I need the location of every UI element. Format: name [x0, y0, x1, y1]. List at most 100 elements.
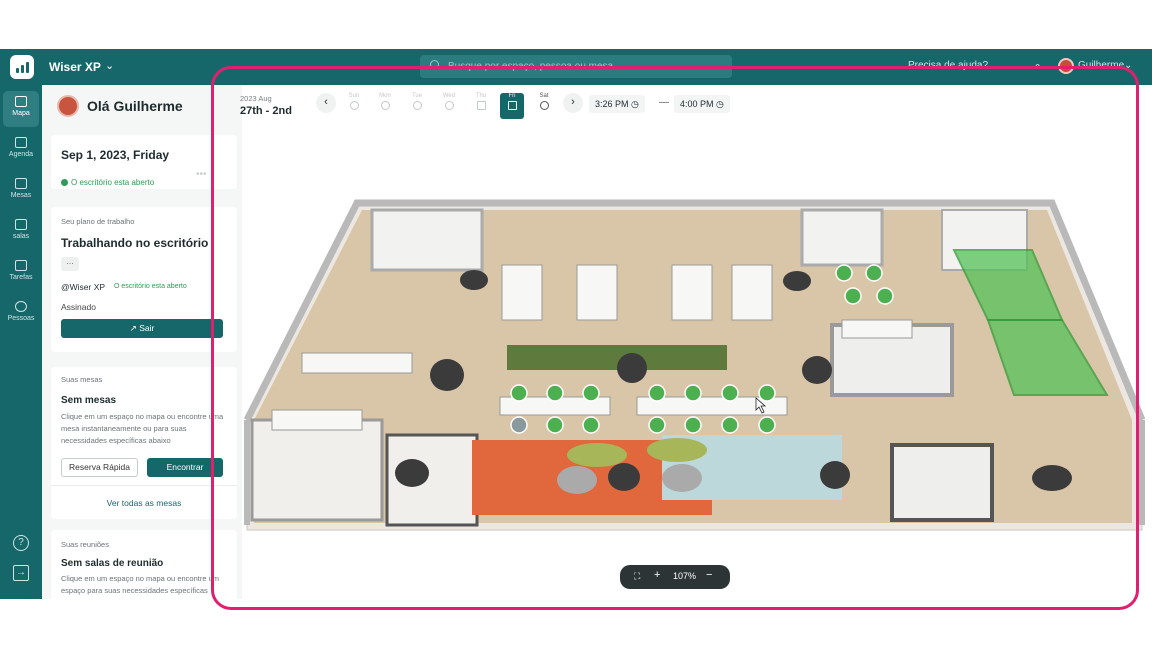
help-icon[interactable]: ? — [13, 535, 29, 551]
nav-item-mesas[interactable]: Mesas — [3, 173, 39, 209]
sofa — [567, 443, 627, 467]
zoom-level: 107% — [673, 571, 697, 581]
signed-label: Assinado — [61, 302, 96, 312]
booked-desk-marker — [684, 384, 702, 402]
desk-row — [576, 264, 618, 321]
booked-desk-marker — [865, 264, 883, 282]
avatar[interactable] — [1058, 58, 1074, 74]
check-icon — [61, 179, 68, 186]
nav-rail: Mapa Agenda Mesas salas Tarefas Pessoas … — [0, 85, 42, 599]
booked-desk-marker — [546, 384, 564, 402]
room-icon — [15, 219, 27, 230]
phone-pod — [608, 463, 640, 491]
phone-pod — [395, 459, 429, 487]
side-panel: Olá Guilherme Sep 1, 2023, Friday O escr… — [42, 85, 242, 599]
booked-desk-marker — [844, 287, 862, 305]
zoom-control: ⛶ + 107% − — [620, 565, 730, 589]
room — [370, 208, 484, 272]
work-plan-heading: Seu plano de trabalho — [61, 217, 135, 226]
desk-row — [731, 264, 773, 321]
room — [800, 208, 884, 267]
booked-desk-marker — [721, 384, 739, 402]
meetings-title: Sem salas de reunião — [61, 558, 164, 569]
calendar-icon — [15, 137, 27, 148]
floor-map-area: 2023 Aug 27th - 2nd ‹ Sun Mon Tue Wed Th… — [240, 85, 1152, 599]
office-status: O escritório esta aberto — [61, 172, 154, 190]
phone-pod — [617, 353, 647, 383]
people-count-icon: ••• — [196, 169, 207, 180]
org-name: @Wiser XP — [61, 282, 106, 292]
desks-card: Suas mesas Sem mesas Clique em um espaço… — [51, 367, 237, 519]
nav-item-salas[interactable]: salas — [3, 214, 39, 250]
meetings-description: Clique em um espaço no mapa ou encontre … — [61, 574, 220, 595]
date-title: Sep 1, 2023, Friday — [61, 148, 170, 162]
chevron-down-icon[interactable]: ⌄ — [105, 59, 114, 72]
quick-reserve-button[interactable]: Reserva Rápida — [61, 458, 138, 477]
booked-desk-marker — [648, 416, 666, 434]
search-input[interactable]: Busque por espaço, pessoa ou mesa — [420, 55, 732, 78]
booked-desk-marker — [510, 384, 528, 402]
floor-plan[interactable] — [242, 85, 1152, 599]
phone-pod — [820, 461, 850, 489]
booked-desk-marker — [684, 416, 702, 434]
meetings-heading: Suas reuniões — [61, 540, 109, 549]
home-icon — [15, 96, 27, 107]
booked-desk-marker — [510, 416, 528, 434]
nav-item-mapa[interactable]: Mapa — [3, 91, 39, 127]
logout-icon[interactable]: → — [13, 565, 29, 581]
meeting-table — [1032, 465, 1072, 491]
desk-row — [271, 409, 363, 431]
desk-row — [301, 352, 413, 374]
top-bar: Wiser XP ⌄ Busque por espaço, pessoa ou … — [0, 49, 1152, 85]
booked-desk-marker — [876, 287, 894, 305]
leave-button[interactable]: ↗ Sair — [61, 319, 223, 338]
see-all-desks-link[interactable]: Ver todas as mesas — [51, 498, 237, 508]
divider — [51, 485, 237, 486]
avatar — [57, 95, 79, 117]
app-logo-icon[interactable] — [10, 55, 34, 79]
booked-desk-marker — [582, 384, 600, 402]
help-link[interactable]: Precisa de ajuda? — [908, 60, 988, 71]
search-icon — [430, 60, 439, 69]
sofa — [647, 438, 707, 462]
find-desk-button[interactable]: Encontrar — [147, 458, 223, 477]
leave-icon: ↗ — [129, 323, 137, 333]
desks-heading: Suas mesas — [61, 375, 103, 384]
booked-desk-marker — [758, 384, 776, 402]
phone-pod — [783, 271, 811, 291]
zoom-out-button[interactable]: − — [706, 569, 712, 581]
meetings-card: Suas reuniões Sem salas de reunião Cliqu… — [51, 530, 237, 599]
app-window: Wiser XP ⌄ Busque por espaço, pessoa ou … — [0, 49, 1152, 599]
greeting-title: Olá Guilherme — [87, 98, 183, 114]
people-icon — [15, 301, 27, 312]
desk-row — [671, 264, 713, 321]
phone-pod — [460, 270, 488, 290]
desk-icon — [15, 178, 27, 189]
nav-item-pessoas[interactable]: Pessoas — [3, 296, 39, 332]
booked-desk-marker — [546, 416, 564, 434]
booked-desk-marker — [582, 416, 600, 434]
chevron-down-icon[interactable]: ⌄ — [1124, 60, 1132, 71]
tasks-icon — [15, 260, 27, 271]
booked-desk-marker — [648, 384, 666, 402]
desks-title: Sem mesas — [61, 395, 117, 406]
more-options-button[interactable]: … — [61, 257, 79, 271]
org-status: O escritório esta aberto — [114, 283, 187, 290]
user-name[interactable]: Guilherme — [1078, 60, 1124, 71]
table — [662, 464, 702, 492]
bell-icon[interactable]: ⚬ — [1033, 60, 1042, 73]
work-plan-card: Seu plano de trabalho Trabalhando no esc… — [51, 207, 237, 352]
workspace-name[interactable]: Wiser XP — [49, 60, 101, 74]
nav-item-agenda[interactable]: Agenda — [3, 132, 39, 168]
booked-desk-marker — [835, 264, 853, 282]
date-card: Sep 1, 2023, Friday O escritório esta ab… — [51, 135, 237, 189]
table — [557, 466, 597, 494]
booked-desk-marker — [721, 416, 739, 434]
fullscreen-icon[interactable]: ⛶ — [634, 571, 640, 582]
phone-pod — [802, 356, 832, 384]
desks-description: Clique em um espaço no mapa ou encontre … — [61, 412, 224, 445]
work-plan-title: Trabalhando no escritório — [61, 236, 209, 250]
nav-item-tarefas[interactable]: Tarefas — [3, 255, 39, 291]
zoom-in-button[interactable]: + — [654, 569, 660, 581]
planter — [507, 345, 727, 370]
